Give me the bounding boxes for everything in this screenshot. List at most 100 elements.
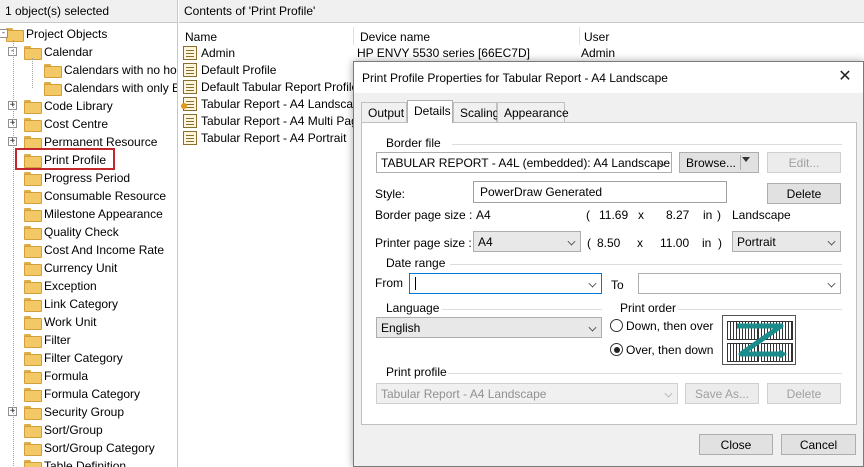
tree-item-label: Sort/Group Category bbox=[44, 441, 155, 455]
tree-item-label: Formula bbox=[44, 369, 89, 383]
printer-orientation-select[interactable]: Portrait bbox=[732, 231, 841, 252]
tree-item[interactable]: Progress Period bbox=[24, 169, 130, 187]
tree-item[interactable]: Quality Check bbox=[24, 223, 119, 241]
border-file-combo[interactable]: TABULAR REPORT - A4L (embedded): A4 Land… bbox=[376, 152, 672, 173]
profile-delete-button[interactable]: Delete bbox=[767, 383, 841, 404]
folder-icon bbox=[24, 172, 42, 186]
folder-icon bbox=[24, 262, 42, 276]
print-profile-highlight-box bbox=[15, 148, 115, 170]
style-field[interactable]: PowerDraw Generated bbox=[473, 181, 727, 203]
group-divider bbox=[442, 309, 602, 310]
column-header-device-name[interactable]: Device name bbox=[360, 30, 430, 44]
language-select[interactable]: English bbox=[376, 317, 602, 338]
tree-item[interactable]: Filter Category bbox=[24, 349, 123, 367]
tree-item[interactable]: Currency Unit bbox=[24, 259, 117, 277]
save-as-button[interactable]: Save As... bbox=[685, 383, 759, 404]
column-header-name[interactable]: Name bbox=[185, 30, 217, 44]
list-item[interactable]: Tabular Report - A4 Multi Page bbox=[183, 112, 364, 129]
over-then-down-radio[interactable] bbox=[610, 343, 623, 356]
print-profile-icon bbox=[183, 79, 197, 94]
tree-item[interactable]: Calendars with no ho bbox=[44, 61, 177, 79]
dialog-title: Print Profile Properties for Tabular Rep… bbox=[362, 71, 668, 85]
printer-page-width: 8.50 bbox=[597, 236, 621, 250]
from-date-input[interactable] bbox=[409, 273, 602, 294]
tree-item[interactable]: Cost Centre bbox=[24, 115, 108, 133]
tree-item[interactable]: Formula bbox=[24, 367, 88, 385]
column-header-user[interactable]: User bbox=[584, 30, 609, 44]
tree-item-label: Table Definition bbox=[44, 459, 127, 467]
chevron-down-icon[interactable] bbox=[742, 157, 750, 162]
tab-appearance[interactable]: Appearance bbox=[497, 102, 569, 122]
border-page-width: 11.69 bbox=[599, 208, 629, 222]
list-item[interactable]: Default Tabular Report Profile bbox=[183, 78, 358, 95]
collapse-icon[interactable]: - bbox=[0, 29, 8, 38]
tree-item[interactable]: Table Definition bbox=[24, 457, 126, 467]
from-label: From bbox=[375, 276, 403, 290]
tree-item-label: Code Library bbox=[44, 99, 113, 113]
tab-details[interactable]: Details bbox=[407, 100, 453, 123]
print-profile-select[interactable]: Tabular Report - A4 Landscape bbox=[376, 383, 678, 404]
to-date-input[interactable] bbox=[638, 273, 841, 294]
list-item[interactable]: Admin bbox=[183, 44, 235, 61]
close-button[interactable]: Close bbox=[699, 434, 773, 455]
dialog-titlebar[interactable]: Print Profile Properties for Tabular Rep… bbox=[354, 62, 863, 93]
edit-button[interactable]: Edit... bbox=[767, 152, 841, 173]
tree-item-label: Link Category bbox=[44, 297, 119, 311]
tree-item-label: Sort/Group bbox=[44, 423, 103, 437]
tree-item-label: Project Objects bbox=[26, 27, 108, 41]
tree-item[interactable]: Filter bbox=[24, 331, 71, 349]
style-label: Style: bbox=[375, 187, 406, 201]
tree-item-label: Consumable Resource bbox=[44, 189, 167, 203]
tree-item[interactable]: Sort/Group Category bbox=[24, 439, 155, 457]
tree-item[interactable]: Project Objects bbox=[6, 25, 107, 43]
column-separator[interactable] bbox=[353, 27, 354, 45]
tree-item[interactable]: Calendars with only E bbox=[44, 79, 178, 97]
tree-item[interactable]: Link Category bbox=[24, 295, 118, 313]
column-separator[interactable] bbox=[579, 27, 580, 45]
chevron-down-icon bbox=[588, 323, 597, 332]
text-cursor bbox=[415, 277, 416, 290]
tree-item-label: Calendar bbox=[44, 45, 93, 59]
tree-item[interactable]: Security Group bbox=[24, 403, 124, 421]
tree-item-label: Filter bbox=[44, 333, 71, 347]
tree-item[interactable]: Sort/Group bbox=[24, 421, 103, 439]
tree-item-label: Calendars with only E bbox=[64, 81, 178, 95]
tab-scaling[interactable]: Scaling bbox=[453, 102, 499, 122]
border-page-orientation: Landscape bbox=[732, 208, 791, 222]
tree-item[interactable]: Work Unit bbox=[24, 313, 96, 331]
list-item[interactable]: Tabular Report - A4 Landscape bbox=[181, 95, 366, 112]
tree-item-label: Work Unit bbox=[44, 315, 97, 329]
browse-button[interactable]: Browse... bbox=[679, 152, 759, 173]
down-then-over-radio[interactable] bbox=[610, 319, 623, 332]
down-then-over-label[interactable]: Down, then over bbox=[626, 319, 713, 333]
tree-item-label: Calendars with no ho bbox=[64, 63, 177, 77]
print-profile-icon bbox=[183, 62, 197, 77]
print-profile-icon bbox=[181, 96, 197, 111]
tab-output[interactable]: Output bbox=[361, 102, 407, 122]
tree-item[interactable]: Code Library bbox=[24, 97, 113, 115]
list-item-name: Tabular Report - A4 Multi Page bbox=[201, 113, 365, 128]
tree-item[interactable]: Milestone Appearance bbox=[24, 205, 163, 223]
list-item[interactable]: Tabular Report - A4 Portrait bbox=[183, 129, 346, 146]
cancel-button[interactable]: Cancel bbox=[781, 434, 856, 455]
printer-paper-select[interactable]: A4 bbox=[473, 231, 581, 252]
tree-item-label: Milestone Appearance bbox=[44, 207, 163, 221]
printer-page-close-paren: ) bbox=[718, 236, 722, 250]
over-then-down-label[interactable]: Over, then down bbox=[626, 343, 713, 357]
folder-icon bbox=[24, 334, 42, 348]
chevron-down-icon bbox=[567, 237, 576, 246]
tree-item[interactable]: Formula Category bbox=[24, 385, 140, 403]
folder-icon bbox=[6, 28, 24, 42]
border-page-paper: A4 bbox=[476, 208, 491, 222]
list-item[interactable]: Default Profile bbox=[183, 61, 276, 78]
style-delete-button[interactable]: Delete bbox=[767, 183, 841, 204]
tree-item[interactable]: Calendar bbox=[24, 43, 93, 61]
print-order-group-label: Print order bbox=[620, 301, 677, 315]
tree-connector-line bbox=[32, 58, 33, 88]
tree-item[interactable]: Consumable Resource bbox=[24, 187, 166, 205]
tree-item[interactable]: Cost And Income Rate bbox=[24, 241, 164, 259]
list-item-name: Default Profile bbox=[201, 62, 277, 77]
close-icon[interactable]: ✕ bbox=[833, 66, 857, 88]
tree-item[interactable]: Exception bbox=[24, 277, 97, 295]
split-divider bbox=[740, 155, 741, 170]
